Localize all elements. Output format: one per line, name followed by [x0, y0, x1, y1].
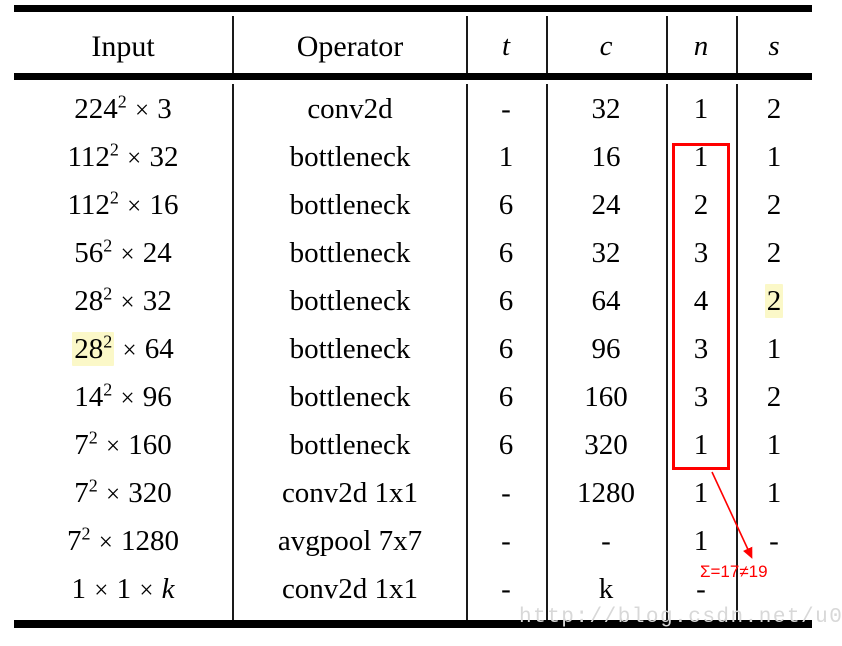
cell-input-row-11: 1 × 1 × k — [71, 573, 175, 605]
table-top-rule — [14, 5, 812, 12]
cell-input-row-8: 72 × 160 — [74, 427, 172, 461]
table-figure: Input Operator t c n s 2242 × 3 conv2d -32 1 2 112… — [0, 0, 842, 646]
cell-s-row-6: 1 — [766, 333, 782, 365]
cell-s-row-4: 2 — [766, 237, 782, 269]
cell-s-row-3: 2 — [766, 189, 782, 221]
cell-s-row-9: 1 — [766, 477, 782, 509]
sum-annotation-text: Σ=17≠19 — [700, 562, 768, 581]
cell-s-row-1: 2 — [766, 93, 782, 125]
cell-input-row-6: 282 × 64 — [72, 331, 174, 366]
cell-s-row-8: 1 — [766, 429, 782, 461]
cell-input-row-9: 72 × 320 — [74, 475, 172, 509]
cell-s-row-7: 2 — [766, 381, 782, 413]
cell-input-row-7: 142 × 96 — [74, 379, 172, 413]
column-header-input: Input — [91, 30, 155, 63]
cell-input-row-5: 282 × 32 — [74, 283, 172, 317]
cell-input-row-10: 72 × 1280 — [66, 523, 180, 557]
cell-input-row-3: 1122 × 16 — [67, 187, 179, 221]
cell-s-row-2: 1 — [766, 141, 782, 173]
watermark-url: http://blog.csdn.net/u011995719 — [519, 606, 842, 629]
cell-s-row-5: 2 — [764, 284, 784, 318]
cell-input-row-2: 1122 × 32 — [67, 139, 179, 173]
cell-input-row-4: 562 × 24 — [74, 235, 172, 269]
table-header-rule — [14, 73, 812, 80]
cell-s-row-10: - — [769, 525, 779, 557]
column-header-s: s — [768, 30, 780, 62]
cell-input-row-1: 2242 × 3 — [74, 91, 172, 125]
